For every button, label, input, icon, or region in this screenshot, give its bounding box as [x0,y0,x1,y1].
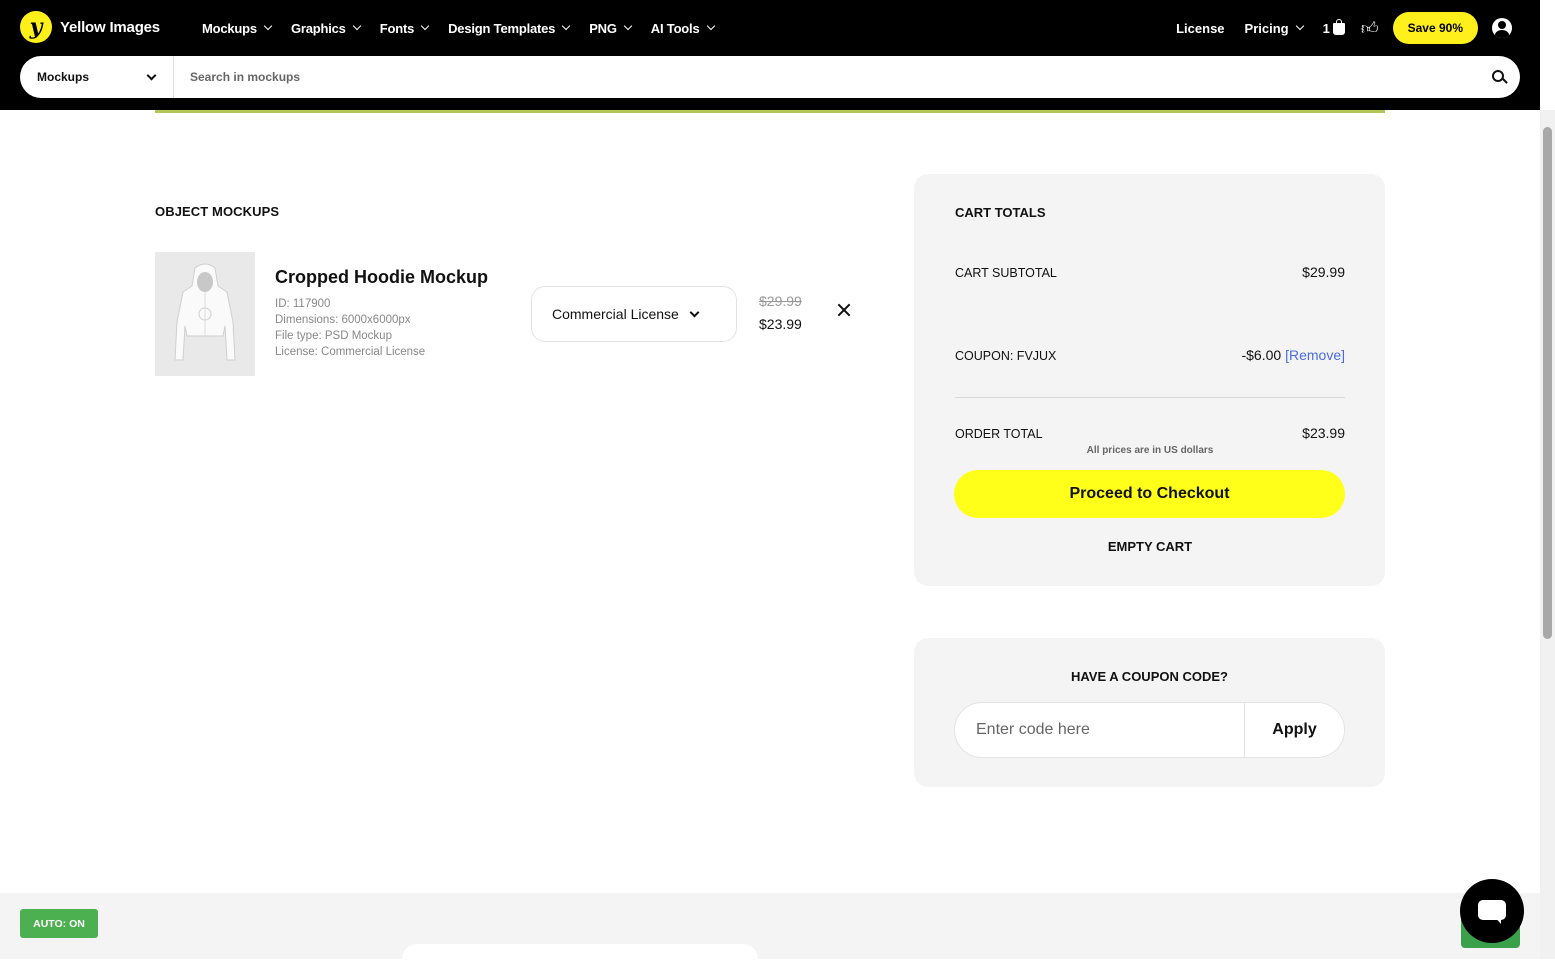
chevron-down-icon [1295,21,1304,31]
nav-item-design-templates[interactable]: Design Templates [448,21,571,36]
right-nav: License Pricing 1 👍︎ Save 90% [1156,12,1512,44]
original-price: $29.99 [759,293,802,309]
search-input[interactable] [174,70,1480,84]
subtotal-value: $29.99 [1302,264,1345,280]
coupon-panel: HAVE A COUPON CODE? Apply [914,638,1385,787]
scrollbar-thumb[interactable] [1543,127,1552,639]
checkout-button[interactable]: Proceed to Checkout [954,470,1345,518]
coupon-label: COUPON: FVJUX [955,349,1057,363]
hoodie-image [155,252,255,376]
order-total-value: $23.99 [1302,425,1345,441]
chat-icon[interactable] [1460,879,1524,943]
chevron-down-icon [352,21,361,31]
coupon-code-input[interactable] [955,703,1244,757]
thumbs-up-icon[interactable]: 👍︎ [1361,18,1379,39]
auto-toggle-badge[interactable]: AUTO: ON [20,909,98,938]
chevron-down-icon [706,21,715,31]
apply-coupon-button[interactable]: Apply [1244,703,1344,757]
divider-line [155,110,1385,113]
product-title[interactable]: Cropped Hoodie Mockup [275,267,488,288]
nav-item-graphics[interactable]: Graphics [291,21,361,36]
nav-item-ai-tools[interactable]: AI Tools [651,21,715,36]
subtotal-label: CART SUBTOTAL [955,266,1057,280]
cart-totals-panel: CART TOTALS CART SUBTOTAL $29.99 COUPON:… [914,174,1385,586]
close-icon[interactable] [834,300,854,320]
logo-mark-icon: y [20,11,52,43]
license-select-value: Commercial License [552,306,679,322]
currency-note: All prices are in US dollars [1086,445,1214,456]
empty-cart-button[interactable]: EMPTY CART [955,539,1345,554]
shopping-bag-icon [1332,19,1345,35]
search-category-select[interactable]: Mockups [20,56,174,98]
nav-item-fonts[interactable]: Fonts [380,21,430,36]
brand-name: Yellow Images [60,18,160,36]
footer-band [0,893,1540,959]
product-thumbnail[interactable] [155,252,255,376]
nav-item-png[interactable]: PNG [589,21,633,36]
chevron-down-icon [146,70,157,80]
coupon-value: -$6.00 [1241,347,1282,363]
discounted-price: $23.99 [759,316,802,332]
remove-coupon-link[interactable]: [Remove] [1285,347,1345,363]
product-meta: ID: 117900 Dimensions: 6000x6000px File … [275,296,425,360]
section-title: OBJECT MOCKUPS [155,204,280,219]
coupon-form: Apply [954,702,1345,758]
cart-count: 1 [1322,20,1330,36]
pricing-menu[interactable]: Pricing [1245,21,1304,36]
nav-item-mockups[interactable]: Mockups [202,21,273,36]
license-link[interactable]: License [1176,21,1224,36]
logo[interactable]: y Yellow Images [20,11,160,43]
chevron-down-icon [263,21,273,31]
search-bar: Mockups [20,56,1520,98]
coupon-title: HAVE A COUPON CODE? [1071,669,1228,684]
cart-link[interactable]: 1 [1322,19,1345,36]
product-filetype: File type: PSD Mockup [275,330,392,342]
chevron-down-icon [561,21,571,31]
chevron-down-icon [420,21,430,31]
chevron-down-icon [689,307,700,317]
license-select[interactable]: Commercial License [531,286,737,342]
main-nav: Mockups Graphics Fonts Design Templates … [202,18,734,38]
user-icon[interactable] [1492,18,1512,38]
cart-totals-title: CART TOTALS [955,205,1046,220]
product-dimensions: Dimensions: 6000x6000px [275,314,411,326]
footer-search-pill[interactable] [402,944,758,974]
top-header: y Yellow Images Mockups Graphics Fonts D… [0,0,1540,110]
coupon-discount: -$6.00 [Remove] [1241,347,1345,363]
product-license: License: Commercial License [275,346,426,358]
chevron-down-icon [623,21,633,31]
divider [955,397,1345,398]
search-category-label: Mockups [37,70,90,84]
product-id: ID: 117900 [275,298,331,310]
order-total-label: ORDER TOTAL [955,427,1043,441]
save-button[interactable]: Save 90% [1392,12,1478,44]
search-icon[interactable] [1480,56,1520,98]
